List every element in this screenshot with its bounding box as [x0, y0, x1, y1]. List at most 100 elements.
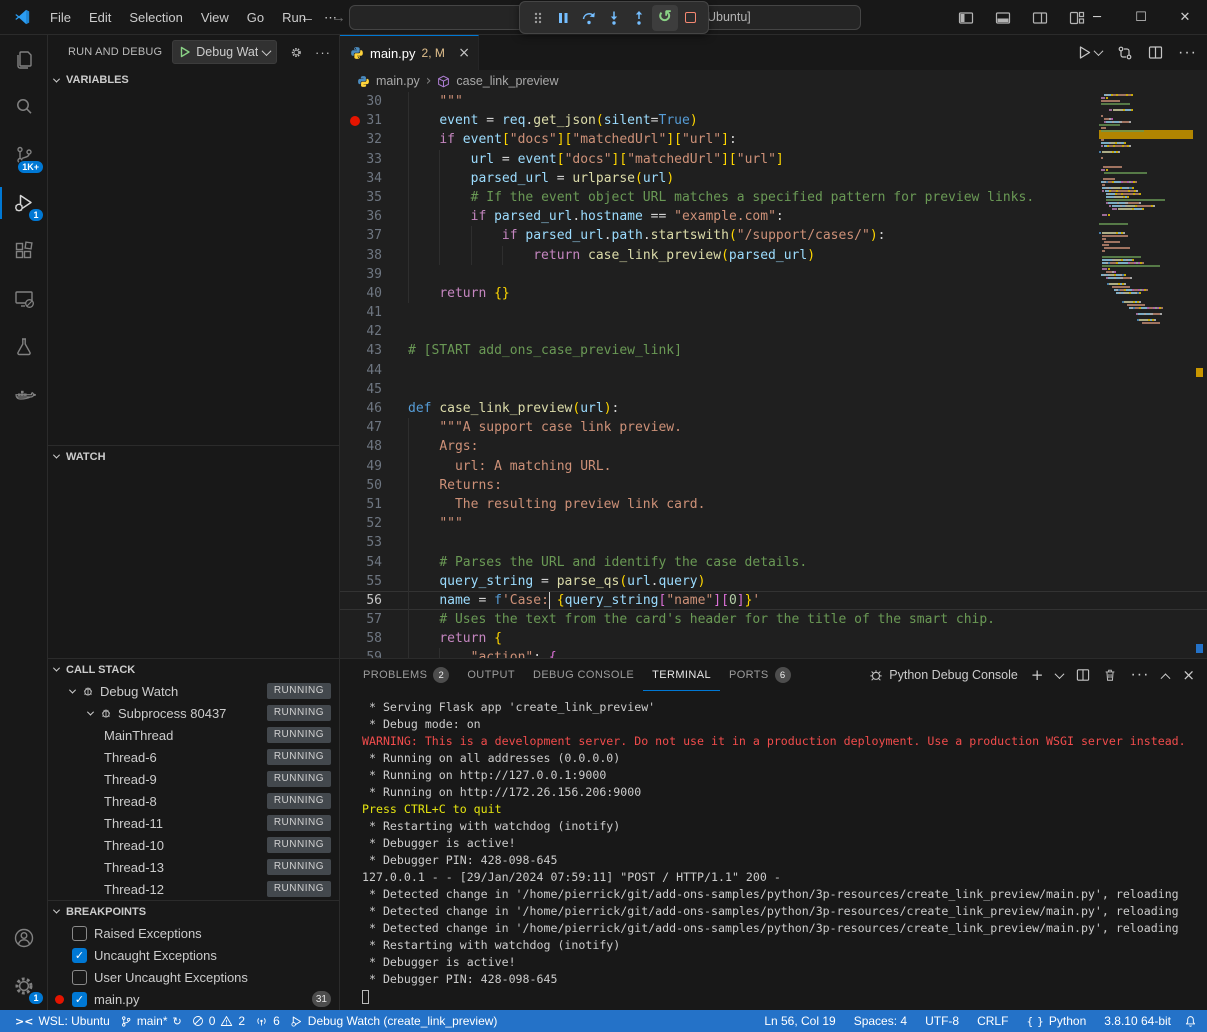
debug-toolbar-drag-handle[interactable]: [525, 5, 550, 31]
code-line-40[interactable]: 40 return {}: [340, 284, 1207, 303]
indentation[interactable]: Spaces: 4: [849, 1014, 912, 1028]
debug-restart-button[interactable]: ↺: [652, 5, 677, 31]
breakpoint-item-main-py[interactable]: ✓main.py31: [48, 988, 339, 1010]
debug-session-indicator[interactable]: Debug Watch (create_link_preview): [285, 1014, 503, 1028]
overview-ruler[interactable]: [1193, 92, 1207, 658]
panel-tab-debug-console[interactable]: DEBUG CONSOLE: [524, 659, 643, 691]
code-line-35[interactable]: 35 # If the event object URL matches a s…: [340, 188, 1207, 207]
breadcrumb-symbol[interactable]: case_link_preview: [456, 74, 558, 88]
editor-more-actions-icon[interactable]: ···: [1178, 44, 1197, 62]
code-line-51[interactable]: 51 The resulting preview link card.: [340, 495, 1207, 514]
maximize-button[interactable]: ☐: [1119, 0, 1163, 35]
code-line-39[interactable]: 39: [340, 265, 1207, 284]
call-stack-item-thread-11[interactable]: Thread-11RUNNING: [48, 812, 339, 834]
breakpoint-item-uncaught-exceptions[interactable]: ✓Uncaught Exceptions: [48, 944, 339, 966]
panel-tab-output[interactable]: OUTPUT: [458, 659, 524, 691]
tab-main-py[interactable]: main.py 2, M ×: [340, 35, 479, 70]
breakpoints-section-header[interactable]: BREAKPOINTS: [48, 900, 339, 922]
sidebar-more-actions-icon[interactable]: ···: [315, 45, 331, 60]
launch-config-dropdown[interactable]: Debug Wat: [172, 40, 277, 64]
menu-file[interactable]: File: [41, 0, 80, 35]
menu-edit[interactable]: Edit: [80, 0, 120, 35]
call-stack-item-thread-12[interactable]: Thread-12RUNNING: [48, 878, 339, 900]
menu-selection[interactable]: Selection: [120, 0, 191, 35]
close-button[interactable]: ✕: [1163, 0, 1207, 35]
code-line-47[interactable]: 47 """A support case link preview.: [340, 418, 1207, 437]
code-line-37[interactable]: 37 if parsed_url.path.startswith("/suppo…: [340, 226, 1207, 245]
terminal-output[interactable]: * Serving Flask app 'create_link_preview…: [340, 691, 1207, 1004]
eol-sequence[interactable]: CRLF: [972, 1014, 1013, 1028]
call-stack-item-thread-10[interactable]: Thread-10RUNNING: [48, 834, 339, 856]
accounts-button[interactable]: [0, 914, 48, 962]
run-python-file-button[interactable]: [1077, 45, 1102, 60]
problems-indicator[interactable]: 0 2: [187, 1014, 250, 1028]
breakpoint-checkbox[interactable]: ✓: [72, 948, 87, 963]
call-stack-item-mainthread[interactable]: MainThreadRUNNING: [48, 724, 339, 746]
breakpoint-item-raised-exceptions[interactable]: Raised Exceptions: [48, 922, 339, 944]
code-line-46[interactable]: 46def case_link_preview(url):: [340, 399, 1207, 418]
code-line-58[interactable]: 58 return {: [340, 629, 1207, 648]
branch-indicator[interactable]: main* ↻: [115, 1014, 187, 1028]
code-line-52[interactable]: 52 """: [340, 514, 1207, 533]
split-terminal-icon[interactable]: [1076, 668, 1090, 682]
call-stack-item-subprocess-80437[interactable]: Subprocess 80437RUNNING: [48, 702, 339, 724]
activity-search[interactable]: [0, 83, 48, 131]
call-stack-item-thread-6[interactable]: Thread-6RUNNING: [48, 746, 339, 768]
variables-section-header[interactable]: VARIABLES: [48, 69, 339, 91]
breakpoint-item-user-uncaught-exceptions[interactable]: User Uncaught Exceptions: [48, 966, 339, 988]
menu-view[interactable]: View: [192, 0, 238, 35]
code-line-43[interactable]: 43# [START add_ons_case_preview_link]: [340, 341, 1207, 360]
python-interpreter[interactable]: 3.8.10 64-bit: [1099, 1014, 1176, 1028]
code-line-41[interactable]: 41: [340, 303, 1207, 322]
nav-back-icon[interactable]: ←: [300, 9, 315, 26]
encoding[interactable]: UTF-8: [920, 1014, 964, 1028]
code-line-31[interactable]: 31 event = req.get_json(silent=True): [340, 111, 1207, 130]
toggle-sidebar-icon[interactable]: [958, 10, 974, 26]
language-mode[interactable]: { } Python: [1021, 1014, 1091, 1028]
ports-indicator[interactable]: 6: [250, 1014, 285, 1028]
debug-stop-button[interactable]: [678, 5, 703, 31]
breakpoint-checkbox[interactable]: [72, 970, 87, 985]
call-stack-section-header[interactable]: CALL STACK: [48, 658, 339, 680]
split-editor-icon[interactable]: [1148, 45, 1163, 60]
cursor-position[interactable]: Ln 56, Col 19: [759, 1014, 840, 1028]
code-line-59[interactable]: 59 "action": {: [340, 648, 1207, 658]
new-terminal-icon[interactable]: +: [1031, 668, 1044, 683]
code-line-30[interactable]: 30 """: [340, 92, 1207, 111]
code-line-42[interactable]: 42: [340, 322, 1207, 341]
debug-step-out-button[interactable]: [627, 5, 652, 31]
code-line-44[interactable]: 44: [340, 361, 1207, 380]
code-line-48[interactable]: 48 Args:: [340, 437, 1207, 456]
kill-terminal-trash-icon[interactable]: [1103, 668, 1117, 682]
panel-tab-terminal[interactable]: TERMINAL: [643, 659, 720, 691]
nav-forward-icon[interactable]: →: [331, 9, 346, 26]
panel-more-actions-icon[interactable]: ···: [1130, 666, 1149, 684]
activity-extensions[interactable]: [0, 227, 48, 275]
menu-go[interactable]: Go: [238, 0, 273, 35]
call-stack-item-thread-13[interactable]: Thread-13RUNNING: [48, 856, 339, 878]
breakpoint-checkbox[interactable]: ✓: [72, 992, 87, 1007]
panel-tab-ports[interactable]: PORTS6: [720, 659, 800, 691]
code-line-56[interactable]: 56 name = f'Case: {query_string["name"][…: [340, 591, 1207, 610]
breadcrumb-file[interactable]: main.py: [376, 74, 420, 88]
notifications-bell-icon[interactable]: [1184, 1015, 1197, 1028]
code-line-50[interactable]: 50 Returns:: [340, 476, 1207, 495]
code-line-34[interactable]: 34 parsed_url = urlparse(url): [340, 169, 1207, 188]
code-line-55[interactable]: 55 query_string = parse_qs(url.query): [340, 572, 1207, 591]
terminal-instance-selector[interactable]: Python Debug Console: [869, 668, 1018, 682]
tab-close-icon[interactable]: ×: [458, 45, 470, 61]
code-line-36[interactable]: 36 if parsed_url.hostname == "example.co…: [340, 207, 1207, 226]
code-line-53[interactable]: 53: [340, 533, 1207, 552]
start-debug-icon[interactable]: [179, 46, 191, 58]
breakpoint-checkbox[interactable]: [72, 926, 87, 941]
maximize-panel-icon[interactable]: [1161, 673, 1171, 683]
minimap[interactable]: [1099, 94, 1193, 442]
code-line-49[interactable]: 49 url: A matching URL.: [340, 457, 1207, 476]
debug-settings-gear-icon[interactable]: [290, 44, 303, 61]
code-line-54[interactable]: 54 # Parses the URL and identify the cas…: [340, 553, 1207, 572]
activity-remote-explorer[interactable]: [0, 275, 48, 323]
minimize-button[interactable]: ─: [1075, 0, 1119, 35]
panel-tab-problems[interactable]: PROBLEMS2: [354, 659, 458, 691]
debug-step-over-button[interactable]: [576, 5, 601, 31]
settings-button[interactable]: 1: [0, 962, 48, 1010]
